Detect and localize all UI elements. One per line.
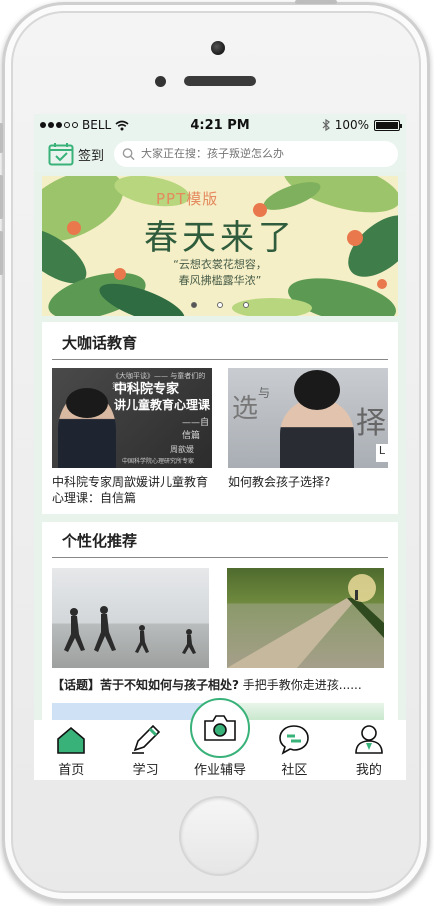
thumb-word: 选 [232,394,259,424]
thumb-speaker-org: 中国科学院心理研究所专家 [122,458,195,465]
tab-home[interactable]: 首页 [34,720,108,780]
pen-icon [131,724,160,754]
thumb-title-line-1: 中科院专家 [114,382,180,397]
wifi-icon [115,120,129,130]
speaker-hair [294,370,340,410]
banner-line-1: “云想衣裳花想容， [173,258,267,271]
signal-strength-icon [40,122,78,128]
speaker-hair [66,388,108,418]
section-title: 个性化推荐 [52,526,388,558]
video-caption[interactable]: 中科院专家周歆媛讲儿童教育心理课：自信篇 [52,474,212,506]
thumb-speaker-name: 周歆媛 [170,445,194,454]
chat-icon [279,725,310,755]
search-icon [122,148,135,161]
carrier-name: BELL [82,118,112,132]
bottom-tab-bar: 首页 学习 作业辅导 社区 我的 [34,698,406,780]
volume-up-button [0,175,3,219]
pager-dot[interactable] [217,302,223,308]
home-icon [57,726,86,754]
section-title: 大咖话教育 [52,328,388,360]
tab-study[interactable]: 学习 [108,720,182,780]
tab-label: 社区 [281,763,308,778]
battery-percent: 100% [334,118,369,132]
tab-label: 首页 [58,763,85,778]
thumb-title-line-3: ——自信篇 [182,418,210,441]
article-image-beach[interactable] [52,568,209,668]
front-camera [211,41,225,55]
bluetooth-icon [322,119,330,131]
proximity-sensor [155,76,166,87]
thumb-title-line-2: 讲儿童教育心理课 [114,398,211,412]
video-caption[interactable]: 如何教会孩子选择? [228,474,388,490]
banner-title: 春天来了 [144,218,296,258]
banner-tag: PPT模版 [156,190,219,208]
clock: 4:21 PM [190,117,250,133]
checkin-label: 签到 [78,148,105,164]
thumb-word: 择 [356,406,386,441]
mute-switch [0,123,3,153]
pager-dot[interactable] [191,302,197,308]
camera-button[interactable] [190,698,251,758]
checkin-button[interactable]: 签到 [48,142,104,166]
banner-pager[interactable] [42,302,398,308]
running-family-illustration [64,606,196,654]
section-expert-talks: 大咖话教育 《大咖平谈》—— 与童者们的第四场 中科院专家 讲儿童教育心理课 —… [42,322,398,514]
calendar-check-icon [48,143,74,166]
home-button[interactable] [179,796,259,876]
video-thumbnail[interactable]: 《大咖平谈》—— 与童者们的第四场 中科院专家 讲儿童教育心理课 ——自信篇 周… [52,368,212,468]
article-headline[interactable]: 【话题】苦于不知如何与孩子相处? 手把手教你走进孩...... [52,676,388,693]
search-input[interactable] [141,148,390,160]
video-thumbnail[interactable]: 选 与 择 L [228,368,388,468]
video-card[interactable]: 《大咖平谈》—— 与童者们的第四场 中科院专家 讲儿童教育心理课 ——自信篇 周… [52,368,212,506]
tab-label: 我的 [355,763,382,778]
status-bar: BELL 4:21 PM 100% [34,114,406,136]
tab-label: 作业辅导 [194,763,247,778]
article-topic: 【话题】苦于不知如何与孩子相处? [52,678,239,692]
article-image-path[interactable] [227,568,384,668]
thumb-word: 与 [258,386,271,400]
app-screen: BELL 4:21 PM 100% 签到 大家正在搜：孩子叛逆怎么办 PPT模版… [34,114,406,780]
tab-label: 学习 [132,763,159,778]
top-bar: 签到 [34,136,406,172]
banner-line-2: 春风拂槛露华浓” [178,274,262,287]
power-button [295,0,337,4]
promo-banner[interactable]: PPT模版 春天来了 “云想衣裳花想容， 春风拂槛露华浓” [42,176,398,316]
tab-community[interactable]: 社区 [257,720,331,780]
earpiece-speaker [184,76,256,86]
tab-homework-help[interactable]: 作业辅导 [183,698,257,780]
stone-path-illustration [227,574,384,668]
video-card[interactable]: 选 与 择 L 如何教会孩子选择? [228,368,388,506]
tab-profile[interactable]: 我的 [332,720,406,780]
volume-down-button [0,231,3,275]
thumb-badge: L [376,444,388,462]
pager-dot[interactable] [243,302,249,308]
search-bar[interactable] [114,141,398,167]
person-icon [355,725,383,754]
article-teaser: 手把手教你走进孩...... [238,678,362,692]
battery-icon [374,119,402,131]
camera-icon [204,715,236,741]
